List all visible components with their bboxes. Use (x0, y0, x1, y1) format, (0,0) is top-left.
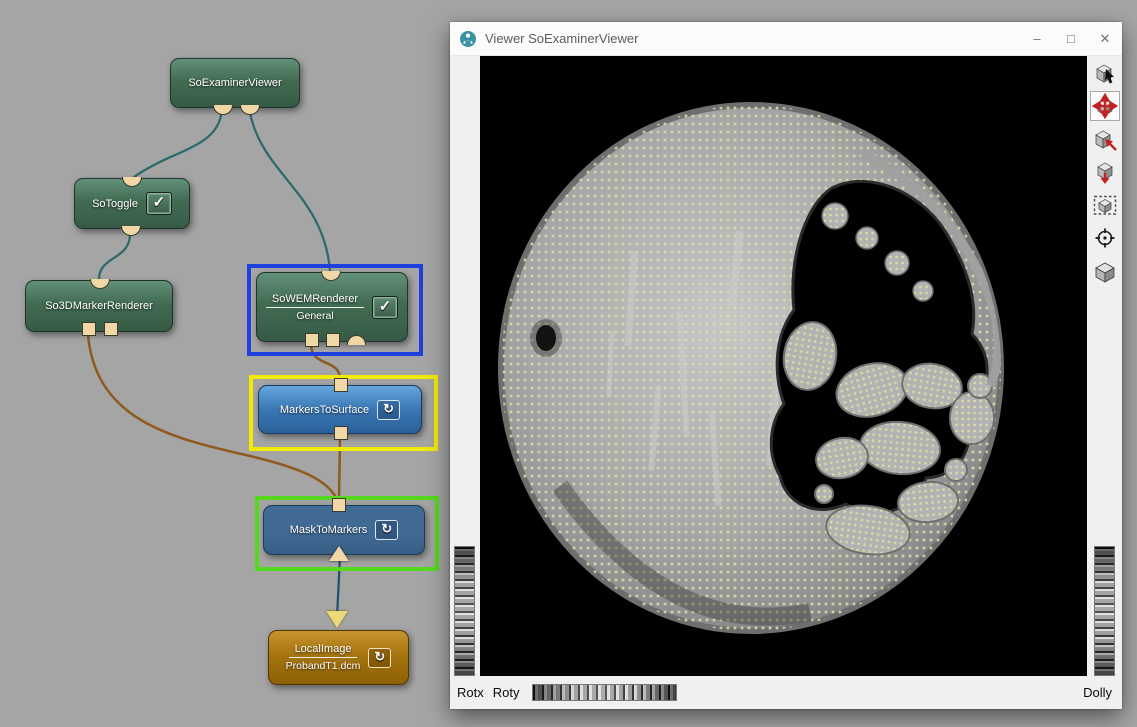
cube-pointer-icon (1092, 60, 1118, 86)
input-connector[interactable] (305, 333, 319, 347)
viewer-window: Viewer SoExaminerViewer – □ ✕ (450, 22, 1122, 709)
rotx-label: Rotx (457, 685, 484, 700)
3d-viewport[interactable] (480, 56, 1087, 676)
node-label: SoWEMRenderer (266, 293, 364, 308)
output-connector[interactable] (334, 378, 348, 392)
cube-seek-arrow-icon (1092, 126, 1118, 152)
roty-label: Roty (493, 685, 520, 700)
interact-mode-button[interactable] (1090, 58, 1120, 88)
crosshair-icon (1092, 225, 1118, 251)
camera-type-button[interactable] (1090, 256, 1120, 286)
node-sublabel: General (296, 308, 333, 322)
cube-move-arrows-icon (1092, 93, 1118, 119)
dolly-mode-button[interactable] (1090, 157, 1120, 187)
examine-mode-button[interactable] (1090, 91, 1120, 121)
window-title: Viewer SoExaminerViewer (485, 31, 1020, 46)
dolly-thumbwheel[interactable] (1094, 546, 1115, 676)
node-label: MaskToMarkers (290, 524, 368, 536)
dolly-label: Dolly (1083, 685, 1112, 700)
minimize-button[interactable]: – (1020, 22, 1054, 56)
reload-button[interactable]: ↻ (375, 520, 398, 540)
node-sowemrenderer[interactable]: SoWEMRenderer General ✓ (256, 272, 408, 342)
node-label: SoToggle (92, 198, 138, 210)
view-all-button[interactable] (1090, 190, 1120, 220)
output-connector[interactable] (332, 498, 346, 512)
node-label: LocalImage (289, 643, 358, 658)
reload-button[interactable]: ↻ (377, 400, 400, 420)
input-connector[interactable] (82, 322, 96, 336)
input-connector[interactable] (334, 426, 348, 440)
render-checkbox[interactable]: ✓ (372, 296, 398, 319)
window-titlebar[interactable]: Viewer SoExaminerViewer – □ ✕ (450, 22, 1122, 56)
input-connector[interactable] (326, 333, 340, 347)
node-label: MarkersToSurface (280, 404, 369, 416)
skull-scene (480, 56, 1087, 676)
mevislab-logo-icon (459, 30, 477, 48)
cube-down-arrow-icon (1092, 159, 1118, 185)
viewer-bottom-bar: Rotx Roty Dolly (450, 676, 1122, 709)
close-button[interactable]: ✕ (1088, 22, 1122, 56)
node-localimage[interactable]: LocalImage ProbandT1.dcm ↻ (268, 630, 409, 685)
cube-selection-box-icon (1092, 192, 1118, 218)
rotx-thumbwheel[interactable] (454, 546, 475, 676)
node-soexaminerviewer[interactable]: SoExaminerViewer (170, 58, 300, 108)
output-connector-image[interactable] (326, 611, 348, 628)
edge-sotoggle-so3dmarkerrenderer (99, 234, 130, 279)
roty-thumbwheel[interactable] (532, 684, 677, 701)
set-focal-point-button[interactable] (1090, 223, 1120, 253)
maximize-button[interactable]: □ (1054, 22, 1088, 56)
viewer-toolbar (1087, 56, 1122, 709)
node-sublabel: ProbandT1.dcm (286, 658, 361, 672)
edge-examinerviewer-sowemrenderer (249, 106, 330, 271)
node-label: So3DMarkerRenderer (45, 300, 153, 312)
reload-button[interactable]: ↻ (368, 648, 391, 668)
edge-examinerviewer-sotoggle (134, 106, 222, 177)
toggle-checkbox[interactable]: ✓ (146, 192, 172, 215)
node-label: SoExaminerViewer (188, 77, 281, 89)
input-connector[interactable] (104, 322, 118, 336)
input-connector-image[interactable] (329, 546, 349, 561)
cube-icon (1092, 258, 1118, 284)
screen: { "icons": { "check": "✓", "reload": "↻"… (0, 0, 1137, 727)
seek-mode-button[interactable] (1090, 124, 1120, 154)
